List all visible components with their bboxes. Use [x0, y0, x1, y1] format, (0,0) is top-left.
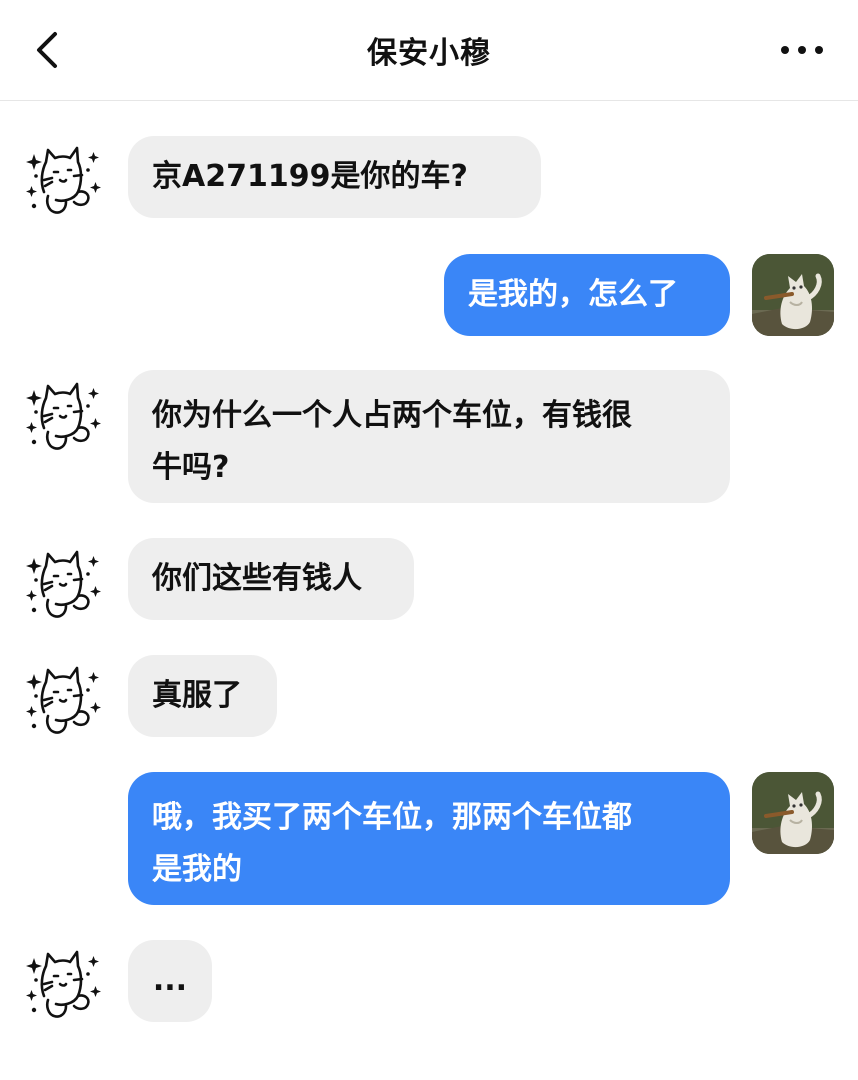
message-text: 你们这些有钱人: [152, 561, 362, 596]
message-bubble-outgoing[interactable]: 是我的，怎么了: [444, 254, 730, 336]
message-bubble-incoming[interactable]: 你们这些有钱人: [128, 538, 414, 620]
message-text: 是我的，怎么了: [468, 277, 678, 312]
chat-header: 保安小穆: [0, 0, 858, 101]
more-options-button[interactable]: [776, 30, 828, 70]
message-bubble-outgoing[interactable]: 哦，我买了两个车位，那两个车位都 是我的: [128, 772, 730, 905]
message-text: 你为什么一个人占两个车位，有钱很 牛吗?: [152, 398, 632, 485]
message-text: 京A271199是你的车?: [152, 159, 468, 194]
message-bubble-incoming[interactable]: 你为什么一个人占两个车位，有钱很 牛吗?: [128, 370, 730, 503]
chat-title: 保安小穆: [367, 36, 491, 71]
chevron-left-icon: [37, 32, 57, 68]
message-text: ...: [152, 963, 188, 998]
more-dots-icon: [781, 46, 823, 54]
contact-avatar[interactable]: [22, 372, 104, 454]
my-avatar[interactable]: [752, 254, 834, 336]
contact-avatar[interactable]: [22, 540, 104, 622]
contact-avatar[interactable]: [22, 940, 104, 1022]
message-bubble-incoming[interactable]: ...: [128, 940, 212, 1022]
message-bubble-incoming[interactable]: 真服了: [128, 655, 277, 737]
message-text: 哦，我买了两个车位，那两个车位都 是我的: [152, 800, 632, 887]
contact-avatar[interactable]: [22, 136, 104, 218]
back-button[interactable]: [22, 24, 70, 76]
message-bubble-incoming[interactable]: 京A271199是你的车?: [128, 136, 541, 218]
message-text: 真服了: [152, 678, 242, 713]
contact-avatar[interactable]: [22, 656, 104, 738]
my-avatar[interactable]: [752, 772, 834, 854]
